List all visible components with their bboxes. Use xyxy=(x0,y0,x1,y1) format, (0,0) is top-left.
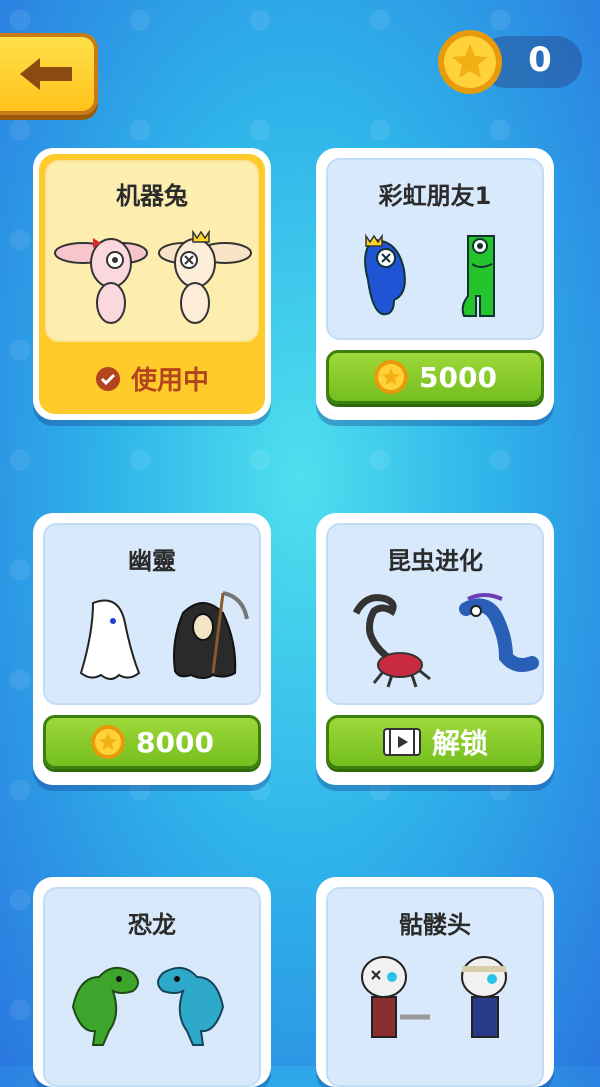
coin-count: 0 xyxy=(528,40,552,80)
status-label: 使用中 xyxy=(130,366,209,396)
skin-name: 昆虫进化 xyxy=(387,547,483,575)
skin-card-skeleton[interactable]: 骷髅头 xyxy=(316,877,554,1087)
skin-card-dinosaur[interactable]: 恐龙 xyxy=(33,877,271,1087)
rainbow-friends-characters-image xyxy=(364,233,495,317)
watch-ad-unlock-button[interactable]: 解锁 xyxy=(326,715,544,769)
price-label: 5000 xyxy=(419,360,497,394)
insect-characters-image xyxy=(352,593,539,688)
dinosaur-characters-image xyxy=(71,966,225,1046)
skeleton-characters-image xyxy=(361,956,507,1038)
unlock-label: 解锁 xyxy=(431,727,488,760)
coin-icon xyxy=(91,725,126,759)
skin-name: 彩虹朋友1 xyxy=(378,182,492,210)
coin-icon xyxy=(438,30,502,94)
rabbit-characters-image xyxy=(54,229,252,324)
check-circle-icon xyxy=(95,366,120,391)
video-icon xyxy=(382,728,421,756)
coin-icon xyxy=(374,360,409,394)
skin-card-rainbow-friends[interactable]: 彩虹朋友1 5000 xyxy=(316,148,554,420)
back-button[interactable] xyxy=(0,33,98,115)
in-use-status: 使用中 xyxy=(33,360,271,397)
skin-name: 幽靈 xyxy=(128,547,176,575)
skin-name: 骷髅头 xyxy=(399,911,471,939)
skin-card-robot-rabbit[interactable]: 机器兔 使用中 xyxy=(33,148,271,420)
arrow-left-icon xyxy=(20,58,72,90)
price-label: 8000 xyxy=(136,725,214,759)
skin-name: 恐龙 xyxy=(128,911,176,939)
buy-button[interactable]: 8000 xyxy=(43,715,261,769)
buy-button[interactable]: 5000 xyxy=(326,350,544,404)
ghost-characters-image xyxy=(79,591,249,680)
skin-card-insect-evolution[interactable]: 昆虫进化 解锁 xyxy=(316,513,554,785)
skin-name: 机器兔 xyxy=(116,182,188,210)
skin-card-ghost[interactable]: 幽靈 8000 xyxy=(33,513,271,785)
